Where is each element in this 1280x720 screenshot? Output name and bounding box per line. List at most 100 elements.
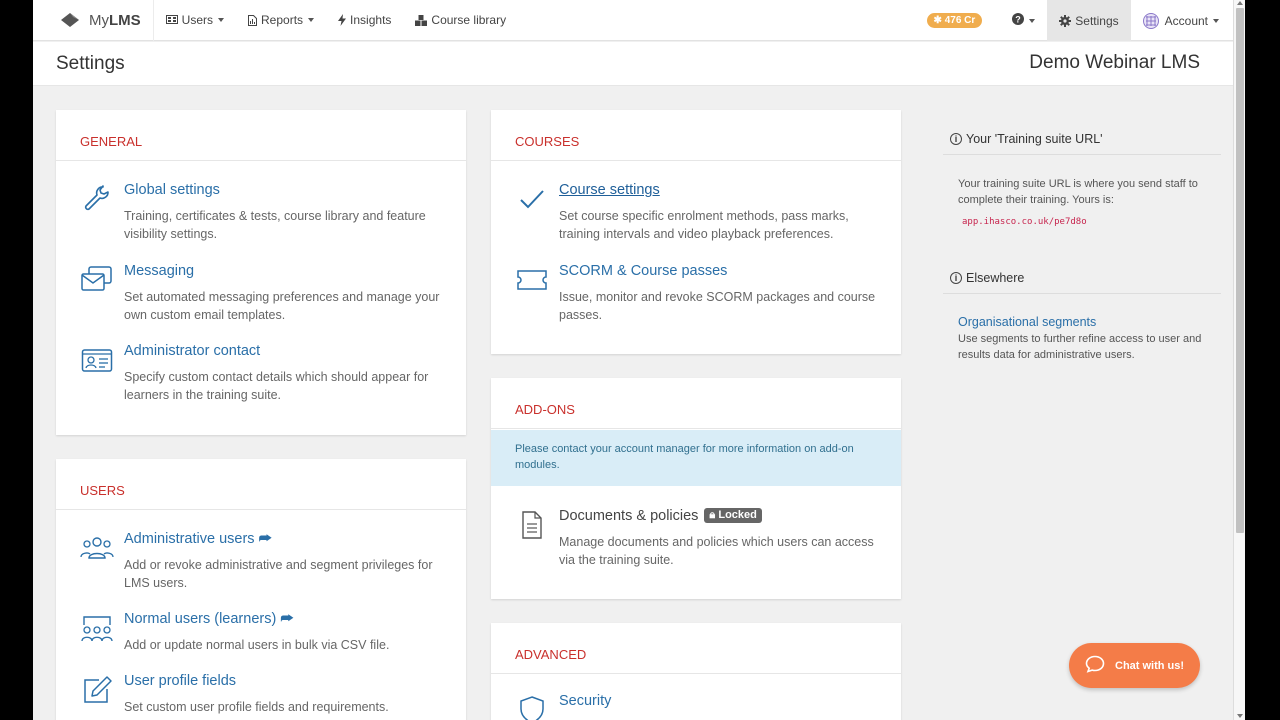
administrative-users-label: Administrative users bbox=[124, 531, 255, 547]
advanced-section: ADVANCED Security bbox=[491, 623, 901, 720]
organisational-segments-description: Use segments to further refine access to… bbox=[958, 333, 1202, 361]
nav-course-library[interactable]: Course library bbox=[403, 0, 518, 41]
nav-settings-label: Settings bbox=[1075, 13, 1119, 28]
scorm-course-passes-link[interactable]: SCORM & Course passes bbox=[559, 263, 727, 279]
locked-badge: 🔒︎ Locked bbox=[704, 508, 762, 523]
addons-notice: Please contact your account manager for … bbox=[491, 430, 901, 486]
nav-insights[interactable]: Insights bbox=[326, 0, 403, 41]
administrator-contact-description: Specify custom contact details which sho… bbox=[124, 370, 429, 402]
credits-badge[interactable]: ✱ 476 Cr bbox=[926, 13, 983, 28]
chevron-down-icon bbox=[218, 18, 225, 22]
normal-users-label: Normal users (learners) bbox=[124, 611, 277, 627]
edit-icon bbox=[80, 673, 114, 707]
training-url-heading: i Your 'Training suite URL' bbox=[943, 110, 1221, 155]
nav-reports-label: Reports bbox=[261, 13, 304, 27]
messaging-link[interactable]: Messaging bbox=[124, 263, 194, 279]
lightning-icon bbox=[338, 14, 347, 26]
navbar-right: ✱ 476 Cr ? Settings Account bbox=[926, 0, 1245, 41]
brand-name-bold: LMS bbox=[109, 11, 141, 29]
documents-policies-link: Documents & policies 🔒︎ Locked bbox=[559, 508, 762, 524]
nav-insights-label: Insights bbox=[350, 13, 392, 27]
gear-icon bbox=[1059, 14, 1072, 27]
report-file-icon bbox=[248, 14, 258, 26]
share-arrow-icon: ⮫ bbox=[280, 611, 294, 627]
nav-users-label: Users bbox=[181, 13, 214, 27]
user-group-icon bbox=[80, 531, 114, 565]
administrative-users-description: Add or revoke administrative and segment… bbox=[124, 558, 433, 590]
users-heading: USERS bbox=[56, 459, 466, 510]
organisation-name: Demo Webinar LMS bbox=[1029, 52, 1200, 73]
administrator-contact-link[interactable]: Administrator contact bbox=[124, 343, 260, 359]
normal-users-link[interactable]: Normal users (learners) ⮫ bbox=[124, 611, 294, 627]
training-url-heading-label: Your 'Training suite URL' bbox=[966, 132, 1103, 146]
svg-text:?: ? bbox=[1016, 15, 1022, 25]
info-icon: i bbox=[950, 133, 962, 145]
credits-value: 476 Cr bbox=[944, 15, 976, 26]
envelope-icon bbox=[80, 263, 114, 297]
boxes-icon bbox=[415, 14, 428, 26]
chevron-down-icon bbox=[1213, 18, 1219, 23]
courses-heading: COURSES bbox=[491, 110, 901, 161]
page-scrollbar[interactable] bbox=[1233, 0, 1245, 720]
scrollbar-thumb[interactable] bbox=[1236, 8, 1244, 533]
users-grid-icon bbox=[165, 14, 178, 26]
lock-icon: 🔒︎ bbox=[709, 509, 716, 521]
chevron-down-icon bbox=[1029, 18, 1036, 23]
chat-button-label: Chat with us! bbox=[1115, 659, 1185, 672]
users-section: USERS Administrative users ⮫ Add or revo… bbox=[56, 459, 466, 720]
scroll-up-arrow-icon[interactable] bbox=[1237, 1, 1243, 5]
learners-icon bbox=[80, 611, 114, 645]
chat-bubble-icon bbox=[1085, 655, 1115, 676]
addons-section: ADD-ONS Please contact your account mana… bbox=[491, 378, 901, 599]
ticket-icon bbox=[515, 263, 549, 297]
page-header: Settings Demo Webinar LMS bbox=[33, 42, 1233, 86]
nav-account[interactable]: Account bbox=[1131, 0, 1245, 41]
general-heading: GENERAL bbox=[56, 110, 466, 161]
scorm-course-passes-description: Issue, monitor and revoke SCORM packages… bbox=[559, 290, 876, 322]
documents-policies-description: Manage documents and policies which user… bbox=[559, 535, 874, 567]
advanced-heading: ADVANCED bbox=[491, 623, 901, 674]
info-icon: i bbox=[950, 272, 962, 284]
security-link[interactable]: Security bbox=[559, 693, 611, 709]
elsewhere-heading-label: Elsewhere bbox=[966, 271, 1025, 285]
logo-icon bbox=[61, 13, 79, 27]
wrench-icon bbox=[80, 182, 114, 216]
info-sidebar: i Your 'Training suite URL' Your training… bbox=[943, 110, 1221, 363]
page-title: Settings bbox=[56, 53, 125, 74]
top-navbar: My LMS Users Reports Insights Course lib… bbox=[33, 0, 1245, 41]
brand-name-light: My bbox=[89, 11, 109, 29]
help-menu[interactable]: ? bbox=[1000, 0, 1047, 41]
messaging-description: Set automated messaging preferences and … bbox=[124, 290, 440, 322]
administrative-users-link[interactable]: Administrative users ⮫ bbox=[124, 531, 272, 547]
normal-users-description: Add or update normal users in bulk via C… bbox=[124, 638, 390, 652]
nav-reports[interactable]: Reports bbox=[236, 0, 326, 41]
user-profile-fields-link[interactable]: User profile fields bbox=[124, 673, 236, 689]
account-avatar-icon bbox=[1142, 12, 1159, 29]
nav-course-library-label: Course library bbox=[431, 13, 507, 27]
document-icon bbox=[515, 508, 549, 542]
question-circle-icon: ? bbox=[1012, 13, 1025, 28]
addons-heading: ADD-ONS bbox=[491, 378, 901, 429]
training-url-text: Your training suite URL is where you sen… bbox=[958, 178, 1198, 206]
brand-logo[interactable]: My LMS bbox=[33, 0, 154, 41]
global-settings-description: Training, certificates & tests, course l… bbox=[124, 209, 426, 241]
nav-users[interactable]: Users bbox=[154, 0, 236, 41]
chat-button[interactable]: Chat with us! bbox=[1069, 643, 1200, 688]
checkmark-icon bbox=[515, 182, 549, 216]
shield-icon bbox=[515, 693, 549, 720]
course-settings-description: Set course specific enrolment methods, p… bbox=[559, 209, 849, 241]
course-settings-link[interactable]: Course settings bbox=[559, 182, 660, 198]
locked-badge-label: Locked bbox=[718, 509, 757, 521]
share-arrow-icon: ⮫ bbox=[258, 531, 273, 547]
documents-policies-label: Documents & policies bbox=[559, 508, 699, 524]
organisational-segments-link[interactable]: Organisational segments bbox=[943, 315, 1221, 329]
id-card-icon bbox=[80, 343, 114, 377]
user-profile-fields-description: Set custom user profile fields and requi… bbox=[124, 700, 389, 714]
training-url-value[interactable]: app.ihasco.co.uk/pe7d8o bbox=[943, 217, 1221, 227]
nav-settings[interactable]: Settings bbox=[1047, 0, 1131, 41]
scroll-down-arrow-icon[interactable] bbox=[1237, 714, 1243, 718]
general-section: GENERAL Global settings Training, certif… bbox=[56, 110, 466, 435]
chevron-down-icon bbox=[308, 18, 315, 22]
nav-account-label: Account bbox=[1164, 13, 1208, 28]
global-settings-link[interactable]: Global settings bbox=[124, 182, 220, 198]
